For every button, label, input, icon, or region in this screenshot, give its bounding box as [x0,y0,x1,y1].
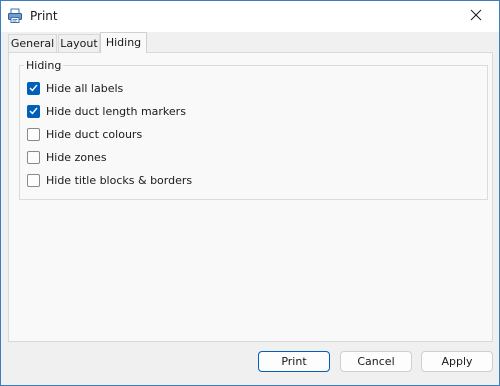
tab-hiding[interactable]: Hiding [100,32,147,53]
print-button[interactable]: Print [258,351,330,372]
check-icon [29,84,38,92]
hide-zones-label: Hide zones [46,150,107,164]
hide-title-blocks-borders-checkbox[interactable] [27,173,40,187]
hide-all-labels-option[interactable]: Hide all labels [27,81,123,95]
hide-duct-colours-option[interactable]: Hide duct colours [27,127,142,141]
apply-button[interactable]: Apply [421,351,493,372]
hiding-group: Hiding Hide all labels Hide duct length … [19,59,488,200]
hide-all-labels-checkbox[interactable] [27,81,40,95]
hide-all-labels-label: Hide all labels [46,81,124,95]
hide-zones-checkbox[interactable] [27,150,40,164]
hide-duct-length-markers-checkbox[interactable] [27,104,40,118]
hide-duct-length-markers-label: Hide duct length markers [46,104,186,118]
tab-layout[interactable]: Layout [58,34,100,52]
window-title: Print [30,9,58,23]
hide-title-blocks-borders-option[interactable]: Hide title blocks & borders [27,173,192,187]
printer-icon [7,8,23,24]
hide-duct-length-markers-option[interactable]: Hide duct length markers [27,104,186,118]
close-icon [470,9,482,24]
cancel-button[interactable]: Cancel [340,351,412,372]
hide-duct-colours-checkbox[interactable] [27,127,40,141]
hide-duct-colours-label: Hide duct colours [46,127,143,141]
print-dialog: Print General Layout Hiding Hiding Hide [0,0,500,386]
title-bar[interactable]: Print [1,1,499,32]
hide-title-blocks-borders-label: Hide title blocks & borders [46,173,193,187]
hiding-tab-panel: Hiding Hide all labels Hide duct length … [8,52,493,342]
check-icon [29,107,38,115]
close-button[interactable] [453,1,499,32]
tab-general[interactable]: General [8,34,57,52]
hiding-group-label: Hiding [24,59,64,72]
hide-zones-option[interactable]: Hide zones [27,150,107,164]
